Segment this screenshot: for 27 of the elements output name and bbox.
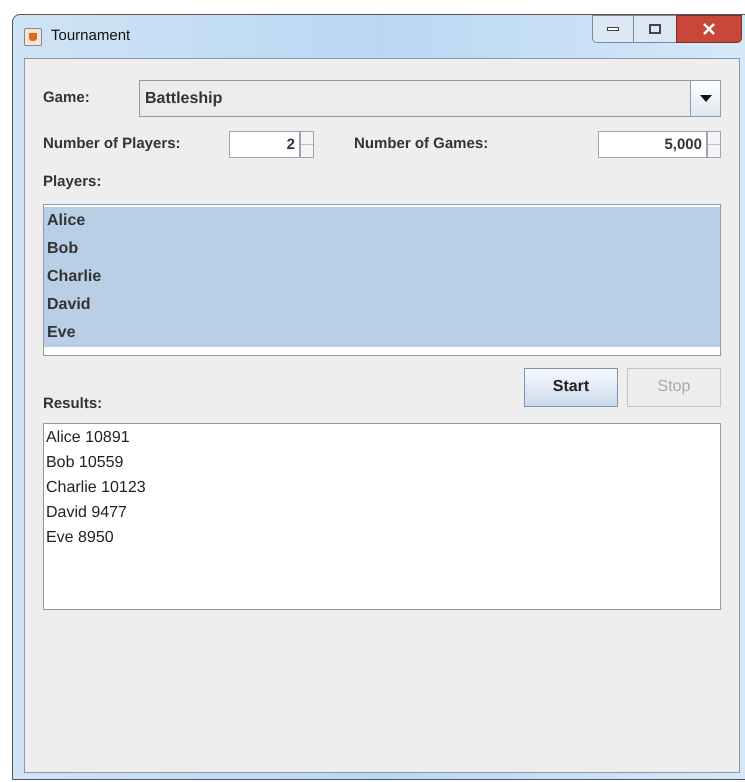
results-text-area[interactable]: Alice 10891 Bob 10559 Charlie 10123 David 9477 Eve 8950 (43, 423, 721, 610)
result-line: Alice 10891 (46, 428, 130, 448)
window-title: Tournament (51, 26, 130, 46)
player-item[interactable]: Bob (44, 234, 720, 262)
close-button[interactable] (676, 15, 742, 43)
result-line: Charlie 10123 (46, 478, 146, 498)
result-line: Bob 10559 (46, 453, 124, 473)
game-label: Game: (43, 88, 91, 108)
players-count-label: Number of Players: (43, 134, 182, 154)
minimize-button[interactable] (592, 15, 634, 43)
player-item[interactable]: Charlie (44, 262, 720, 290)
number-field[interactable]: 5,000 (598, 130, 707, 158)
result-line: Eve 8950 (46, 528, 114, 548)
result-line: David 9477 (46, 503, 127, 523)
player-item[interactable]: David (44, 290, 720, 318)
game-dropdown[interactable]: Battleship (139, 80, 721, 117)
maximize-button[interactable] (634, 15, 676, 43)
games-count-label: Number of Games: (354, 134, 490, 154)
number-field[interactable]: 2 (229, 130, 300, 158)
start-button[interactable]: Start (524, 368, 618, 406)
close-icon (703, 23, 715, 35)
players-label: Players: (43, 172, 102, 192)
results-label: Results: (43, 394, 104, 414)
player-item[interactable]: Eve (44, 318, 720, 346)
player-item[interactable]: Alice (44, 206, 720, 234)
java-cup-icon (24, 28, 42, 46)
dropdown-arrow-icon (700, 95, 712, 102)
